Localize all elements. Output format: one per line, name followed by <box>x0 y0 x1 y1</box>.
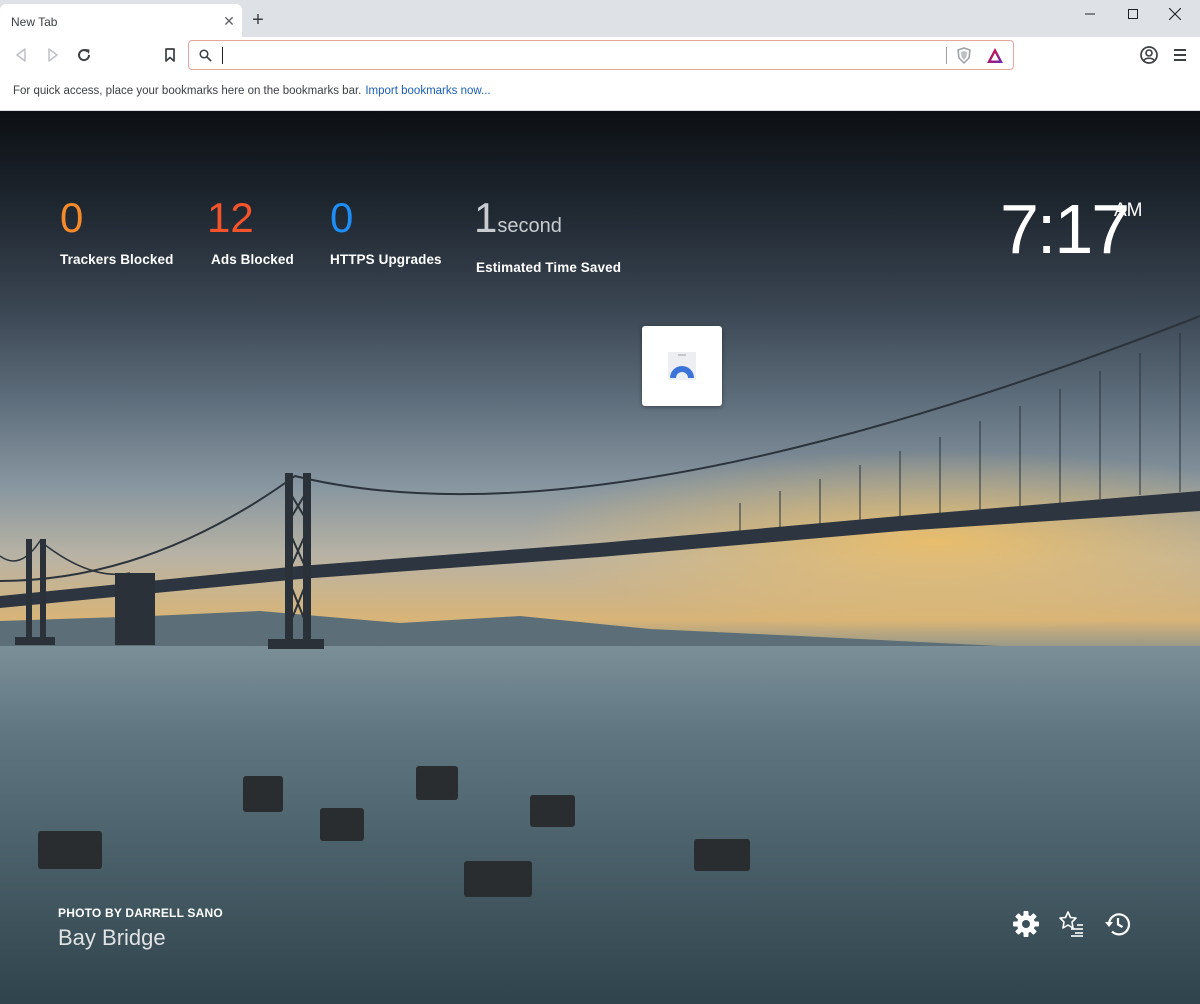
bookmark-page-button[interactable] <box>156 41 184 69</box>
close-tab-icon[interactable]: ✕ <box>220 12 238 30</box>
https-upgrades-label: HTTPS Upgrades <box>330 252 442 267</box>
reload-icon <box>78 49 91 62</box>
trackers-blocked-count: 0 <box>60 194 84 241</box>
brave-shields-icon[interactable] <box>956 47 972 65</box>
bookmark-icon <box>165 48 175 62</box>
profile-button[interactable] <box>1135 41 1163 69</box>
time-saved-value: 1second <box>474 196 621 248</box>
minimize-icon <box>1085 13 1095 15</box>
minimize-button[interactable] <box>1067 0 1113 28</box>
photo-credit: PHOTO BY DARRELL SANO Bay Bridge <box>58 906 223 951</box>
text-caret <box>222 47 223 64</box>
profile-icon <box>1140 46 1158 64</box>
menu-icon <box>1174 49 1186 61</box>
stat-time-saved: 1second Estimated Time Saved <box>474 196 622 276</box>
clock: 7:17 AM <box>1000 190 1143 268</box>
new-tab-page: 0 Trackers Blocked 12 Ads Blocked 0 HTTP… <box>0 111 1200 1004</box>
photo-title: Bay Bridge <box>58 925 166 950</box>
photographer-name[interactable]: DARRELL SANO <box>125 906 223 920</box>
bookmarks-hint-text: For quick access, place your bookmarks h… <box>13 85 362 97</box>
clock-ampm: AM <box>1114 200 1143 221</box>
maximize-icon <box>1128 9 1138 19</box>
tab-title: New Tab <box>11 15 58 29</box>
forward-icon <box>48 48 58 62</box>
import-bookmarks-link[interactable]: Import bookmarks now... <box>365 85 490 97</box>
https-upgrades-count: 0 <box>330 194 354 241</box>
site-favicon-icon <box>668 352 696 380</box>
settings-icon <box>1013 911 1039 937</box>
tab-strip: New Tab ✕ + <box>0 0 1200 37</box>
settings-button[interactable] <box>1011 909 1041 939</box>
clock-time: 7:17 <box>1000 190 1130 268</box>
bookmarks-icon <box>1059 911 1083 937</box>
trackers-blocked-label: Trackers Blocked <box>60 252 174 267</box>
tab-new-tab[interactable]: New Tab ✕ <box>0 4 242 37</box>
brave-rewards-icon[interactable] <box>986 47 1004 64</box>
ads-blocked-label: Ads Blocked <box>211 252 294 267</box>
history-button[interactable] <box>1103 909 1133 939</box>
toolbar <box>0 37 1200 73</box>
back-button[interactable] <box>7 41 35 69</box>
omnibox[interactable] <box>188 40 1014 70</box>
search-icon <box>199 49 212 62</box>
address-input[interactable] <box>221 45 921 65</box>
bookmarks-button[interactable] <box>1057 909 1087 939</box>
top-site-tile[interactable] <box>642 326 722 406</box>
time-saved-label: Estimated Time Saved <box>476 260 622 275</box>
new-tab-button[interactable]: + <box>249 10 267 30</box>
bookmarks-bar-message: For quick access, place your bookmarks h… <box>13 85 491 97</box>
maximize-button[interactable] <box>1110 0 1156 28</box>
stat-ads-blocked: 12 Ads Blocked <box>207 194 294 268</box>
bookmarks-bar: For quick access, place your bookmarks h… <box>0 73 1200 111</box>
time-saved-number: 1 <box>474 194 498 241</box>
time-saved-unit: second <box>497 215 562 237</box>
photo-credit-line: PHOTO BY DARRELL SANO <box>58 906 223 920</box>
stat-https-upgrades: 0 HTTPS Upgrades <box>330 194 442 268</box>
stat-trackers-blocked: 0 Trackers Blocked <box>60 194 174 268</box>
close-window-button[interactable] <box>1152 0 1198 28</box>
history-icon <box>1105 913 1131 936</box>
omnibox-separator <box>946 47 947 64</box>
reload-button[interactable] <box>70 41 98 69</box>
forward-button[interactable] <box>39 41 67 69</box>
credit-prefix: PHOTO BY <box>58 906 122 920</box>
ads-blocked-count: 12 <box>207 194 254 241</box>
menu-button[interactable] <box>1166 41 1194 69</box>
close-window-icon <box>1169 8 1181 20</box>
back-icon <box>16 48 26 62</box>
